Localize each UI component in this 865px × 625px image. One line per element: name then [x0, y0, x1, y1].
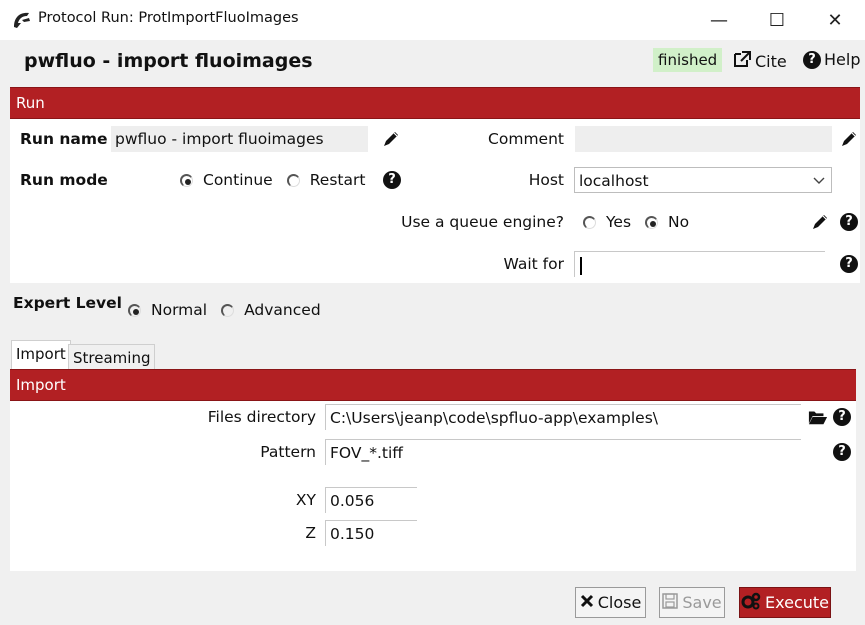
help-icon[interactable]: ? — [832, 442, 852, 462]
save-icon — [662, 592, 679, 613]
window-close-button[interactable]: ✕ — [806, 0, 864, 40]
run-mode-restart-radio[interactable] — [286, 173, 300, 187]
queue-yes-label: Yes — [606, 213, 632, 231]
help-link[interactable]: ? Help — [803, 50, 860, 69]
run-mode-label: Run mode — [20, 171, 108, 189]
queue-engine-label: Use a queue engine? — [401, 213, 564, 231]
tab-import[interactable]: Import — [11, 340, 71, 370]
files-directory-label: Files directory — [207, 408, 316, 426]
pattern-input[interactable]: FOV_*.tiff — [325, 439, 801, 465]
chevron-down-icon — [813, 168, 825, 192]
execute-button[interactable]: Execute — [739, 587, 831, 618]
gears-icon — [741, 592, 761, 614]
close-icon: ✕ — [827, 9, 843, 31]
queue-no-radio[interactable] — [645, 215, 659, 229]
minimize-icon: — — [710, 9, 728, 31]
pencil-icon[interactable] — [381, 129, 401, 149]
pencil-icon[interactable] — [810, 212, 830, 232]
save-button[interactable]: Save — [659, 587, 725, 618]
pattern-label: Pattern — [260, 443, 316, 461]
run-mode-restart-label: Restart — [309, 171, 366, 189]
help-icon[interactable]: ? — [839, 212, 859, 232]
app-icon — [12, 11, 32, 29]
pencil-icon[interactable] — [839, 129, 859, 149]
comment-input[interactable] — [575, 126, 832, 152]
cite-label: Cite — [755, 51, 787, 71]
expert-normal-radio[interactable] — [128, 303, 141, 317]
cite-link[interactable]: Cite — [732, 50, 787, 72]
wait-for-label: Wait for — [503, 255, 564, 273]
close-button-label: Close — [597, 593, 642, 612]
wait-for-input[interactable] — [574, 251, 825, 277]
expert-normal-label: Normal — [151, 301, 208, 319]
expert-level-label: Expert Level — [13, 294, 122, 312]
import-section-header: Import — [10, 369, 856, 401]
host-select[interactable]: localhost — [574, 167, 832, 193]
minimize-button[interactable]: — — [690, 0, 748, 40]
execute-button-label: Execute — [765, 593, 829, 612]
window-titlebar: Protocol Run: ProtImportFluoImages — ☐ ✕ — [0, 0, 865, 40]
run-section-header: Run — [10, 87, 860, 119]
maximize-button[interactable]: ☐ — [748, 0, 806, 40]
run-name-label: Run name — [20, 130, 108, 148]
files-directory-input[interactable]: C:\Users\jeanp\code\spfluo-app\examples\ — [325, 404, 801, 430]
run-mode-radio-group: Continue Restart — [180, 171, 379, 189]
expert-level-radio-group: Normal Advanced — [128, 301, 335, 319]
help-icon[interactable]: ? — [832, 407, 852, 427]
tab-streaming[interactable]: Streaming — [68, 344, 156, 372]
help-label: Help — [824, 50, 861, 69]
queue-yes-radio[interactable] — [583, 215, 596, 229]
help-icon[interactable]: ? — [839, 254, 859, 274]
close-x-icon — [580, 593, 594, 612]
z-input[interactable]: 0.150 — [325, 520, 417, 546]
run-mode-continue-radio[interactable] — [180, 173, 193, 187]
expert-advanced-label: Advanced — [244, 301, 321, 319]
folder-open-icon[interactable] — [808, 407, 828, 427]
run-mode-continue-label: Continue — [203, 171, 273, 189]
comment-label: Comment — [488, 130, 564, 148]
z-label: Z — [305, 524, 316, 542]
run-name-input[interactable]: pwfluo - import fluoimages — [111, 126, 368, 152]
help-icon: ? — [803, 50, 821, 69]
protocol-title: pwfluo - import fluoimages — [24, 50, 313, 72]
xy-input[interactable]: 0.056 — [325, 487, 417, 513]
protocol-header: pwfluo - import fluoimages finished Cite… — [0, 40, 865, 86]
xy-label: XY — [295, 491, 316, 509]
save-button-label: Save — [682, 593, 722, 612]
maximize-icon: ☐ — [768, 9, 786, 31]
queue-no-label: No — [668, 213, 690, 231]
host-label: Host — [528, 171, 564, 189]
expert-advanced-radio[interactable] — [221, 303, 235, 317]
status-badge: finished — [653, 48, 723, 72]
text-cursor — [580, 256, 582, 275]
queue-engine-radio-group: Yes No — [583, 213, 703, 231]
window-title: Protocol Run: ProtImportFluoImages — [38, 10, 299, 26]
help-icon[interactable]: ? — [382, 170, 402, 190]
host-value: localhost — [579, 172, 649, 190]
external-link-icon — [732, 50, 752, 72]
close-button[interactable]: Close — [575, 587, 646, 618]
